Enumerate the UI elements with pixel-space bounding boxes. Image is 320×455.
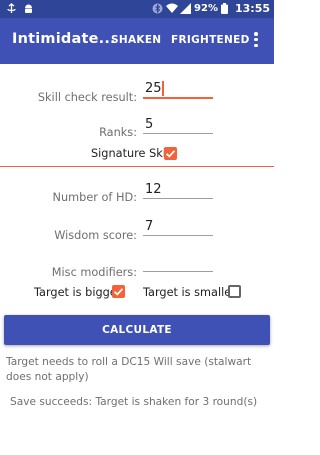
- ranks-value: 5: [145, 117, 154, 132]
- target-bigger-label: Target is bigger: [34, 286, 122, 299]
- signature-skill-label: Signature Skill: [91, 147, 173, 160]
- hd-underline: [143, 198, 213, 199]
- calculate-button[interactable]: CALCULATE: [4, 315, 270, 345]
- section-divider: [0, 166, 274, 167]
- battery-icon: [220, 3, 232, 14]
- ranks-label: Ranks:: [99, 126, 137, 139]
- check-icon: [113, 288, 124, 296]
- cellular-icon: [180, 3, 192, 14]
- misc-underline: [143, 271, 213, 272]
- skill-check-underline: [143, 97, 213, 99]
- misc-label: Misc modifiers:: [51, 266, 137, 279]
- android-icon: [23, 3, 34, 14]
- wisdom-label: Wisdom score:: [54, 229, 137, 242]
- status-bar: 92% 13:55: [0, 0, 274, 18]
- target-bigger-checkbox[interactable]: [112, 285, 125, 298]
- more-vert-icon[interactable]: [252, 32, 260, 48]
- clock: 13:55: [234, 2, 270, 15]
- signature-skill-checkbox[interactable]: [164, 147, 177, 160]
- text-cursor: [162, 81, 164, 96]
- hd-label: Number of HD:: [52, 191, 137, 204]
- target-smaller-label: Target is smaller: [143, 286, 236, 299]
- result-save-text: Save succeeds: Target is shaken for 3 ro…: [10, 396, 258, 408]
- skill-check-value: 25: [145, 81, 162, 96]
- bluetooth-icon: [152, 3, 163, 14]
- target-smaller-checkbox[interactable]: [228, 285, 241, 298]
- frightened-button[interactable]: FRIGHTENED: [171, 34, 250, 46]
- app-title: Intimidate...: [12, 31, 116, 47]
- signal-icon: [6, 3, 17, 14]
- battery-percent: 92%: [194, 3, 218, 14]
- hd-value: 12: [145, 182, 162, 197]
- wisdom-value: 7: [145, 219, 154, 234]
- wifi-icon: [166, 3, 179, 14]
- shaken-button[interactable]: SHAKEN: [111, 34, 161, 46]
- skill-check-label: Skill check result:: [37, 91, 137, 104]
- check-icon: [165, 150, 176, 158]
- result-dc-text: Target needs to roll a DC15 Will save (s…: [6, 356, 252, 383]
- ranks-underline: [143, 133, 213, 134]
- app-bar: Intimidate... SHAKEN FRIGHTENED: [0, 18, 274, 64]
- wisdom-underline: [143, 235, 213, 236]
